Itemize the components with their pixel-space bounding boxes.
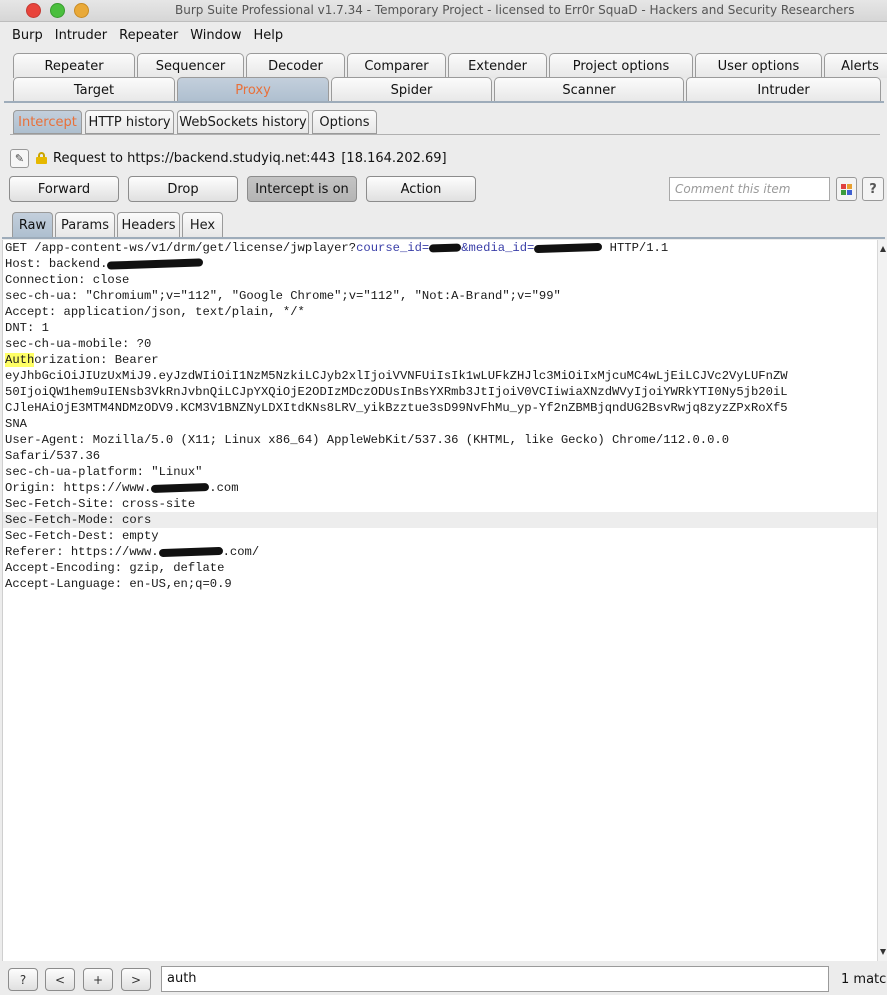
tab-repeater[interactable]: Repeater <box>13 53 135 78</box>
header-accept: Accept: application/json, text/plain, */… <box>5 305 305 319</box>
header-sec-fetch-dest: Sec-Fetch-Dest: empty <box>5 529 159 543</box>
header-user-agent-cont: Safari/537.36 <box>5 449 101 463</box>
match-count: 1 match <box>841 972 887 987</box>
header-sec-fetch-mode: Sec-Fetch-Mode: cors <box>3 512 877 528</box>
scroll-up-icon[interactable] <box>880 246 886 252</box>
editor-scrollbar[interactable] <box>877 240 887 961</box>
tab-http-history[interactable]: HTTP history <box>85 110 174 134</box>
redaction-mark <box>107 258 204 270</box>
request-info: ✎ Request to https://backend.studyiq.net… <box>10 148 447 168</box>
header-accept-encoding: Accept-Encoding: gzip, deflate <box>5 561 225 575</box>
maximize-window-icon[interactable] <box>74 3 89 18</box>
token-line: CJleHAiOjE3MTM4NDMzODV9.KCM3V1BNZNyLDXIt… <box>5 401 788 415</box>
tab-raw[interactable]: Raw <box>12 212 53 237</box>
comment-input[interactable]: Comment this item <box>669 177 830 201</box>
header-sec-ch-ua-mobile: sec-ch-ua-mobile: ?0 <box>5 337 152 351</box>
lock-icon <box>36 152 47 164</box>
redaction-mark <box>429 243 462 253</box>
token-line: SNA <box>5 417 27 431</box>
tab-hex[interactable]: Hex <box>182 212 223 237</box>
main-tabs-row-1: Repeater Sequencer Decoder Comparer Exte… <box>13 53 887 78</box>
tab-scanner[interactable]: Scanner <box>494 77 684 102</box>
main-tabs-divider <box>4 101 884 103</box>
highlight-color-button[interactable] <box>836 177 857 201</box>
subtabs-divider <box>10 134 880 135</box>
action-button[interactable]: Action <box>366 176 476 202</box>
window-title: Burp Suite Professional v1.7.34 - Tempor… <box>175 3 855 17</box>
request-ip: [18.164.202.69] <box>341 150 447 166</box>
header-connection: Connection: close <box>5 273 130 287</box>
forward-button[interactable]: Forward <box>9 176 119 202</box>
tab-project-options[interactable]: Project options <box>549 53 693 78</box>
tab-alerts[interactable]: Alerts <box>824 53 887 78</box>
redaction-mark <box>158 546 223 557</box>
search-next-button[interactable]: > <box>121 968 151 991</box>
tab-headers[interactable]: Headers <box>117 212 180 237</box>
menu-help[interactable]: Help <box>248 25 290 47</box>
header-referer: Referer: https://www. .com/ <box>5 545 260 559</box>
token-line: 50IjoiQW1hem9uIENsb3VkRnJvbnQiLCJpYXQiOj… <box>5 385 788 399</box>
tab-proxy[interactable]: Proxy <box>177 77 329 102</box>
header-host: Host: backend. <box>3 256 877 272</box>
search-help-button[interactable]: ? <box>8 968 38 991</box>
minimize-window-icon[interactable] <box>50 3 65 18</box>
menu-window[interactable]: Window <box>184 25 247 47</box>
tab-comparer[interactable]: Comparer <box>347 53 446 78</box>
search-match: Auth <box>5 353 35 367</box>
search-input[interactable]: auth <box>161 966 829 992</box>
tab-user-options[interactable]: User options <box>695 53 822 78</box>
redaction-mark <box>151 482 210 493</box>
raw-request-editor[interactable]: GET /app-content-ws/v1/drm/get/license/j… <box>2 240 877 961</box>
token-line: eyJhbGciOiJIUzUxMiJ9.eyJzdWIiOiI1NzM5Nzk… <box>5 369 788 383</box>
tab-options[interactable]: Options <box>312 110 377 134</box>
header-dnt: DNT: 1 <box>5 321 49 335</box>
tab-params[interactable]: Params <box>55 212 115 237</box>
header-user-agent: User-Agent: Mozilla/5.0 (X11; Linux x86_… <box>5 433 730 447</box>
tab-intruder[interactable]: Intruder <box>686 77 881 102</box>
tab-spider[interactable]: Spider <box>331 77 492 102</box>
menu-intruder[interactable]: Intruder <box>49 25 113 47</box>
request-target: Request to https://backend.studyiq.net:4… <box>53 150 336 166</box>
header-sec-ch-ua: sec-ch-ua: "Chromium";v="112", "Google C… <box>5 289 561 303</box>
view-tabs-divider <box>2 237 885 239</box>
tab-websockets-history[interactable]: WebSockets history <box>177 110 309 134</box>
tab-sequencer[interactable]: Sequencer <box>137 53 244 78</box>
close-window-icon[interactable] <box>26 3 41 18</box>
search-bar: ? < + > auth 1 match <box>0 962 887 995</box>
menu-repeater[interactable]: Repeater <box>113 25 184 47</box>
main-tabs-row-2: Target Proxy Spider Scanner Intruder <box>13 77 883 102</box>
menu-bar: Burp Intruder Repeater Window Help <box>0 25 887 47</box>
tab-decoder[interactable]: Decoder <box>246 53 345 78</box>
tab-target[interactable]: Target <box>13 77 175 102</box>
tab-intercept[interactable]: Intercept <box>13 110 82 134</box>
redaction-mark <box>534 242 603 253</box>
request-line: GET /app-content-ws/v1/drm/get/license/j… <box>5 241 669 255</box>
tab-extender[interactable]: Extender <box>448 53 547 78</box>
color-grid-icon <box>841 184 852 195</box>
search-previous-button[interactable]: < <box>45 968 75 991</box>
menu-burp[interactable]: Burp <box>0 25 49 47</box>
help-button[interactable]: ? <box>862 177 884 201</box>
header-sec-fetch-site: Sec-Fetch-Site: cross-site <box>5 497 196 511</box>
drop-button[interactable]: Drop <box>128 176 238 202</box>
header-origin: Origin: https://www. .com <box>5 481 239 495</box>
header-authorization: Authorization: Bearer <box>5 353 159 367</box>
intercept-toggle-button[interactable]: Intercept is on <box>247 176 357 202</box>
header-accept-language: Accept-Language: en-US,en;q=0.9 <box>5 577 232 591</box>
window-titlebar: Burp Suite Professional v1.7.34 - Tempor… <box>0 0 887 22</box>
scroll-down-icon[interactable] <box>880 949 886 955</box>
search-add-button[interactable]: + <box>83 968 113 991</box>
edit-pencil-icon[interactable]: ✎ <box>10 148 29 168</box>
header-sec-ch-ua-platform: sec-ch-ua-platform: "Linux" <box>5 465 203 479</box>
